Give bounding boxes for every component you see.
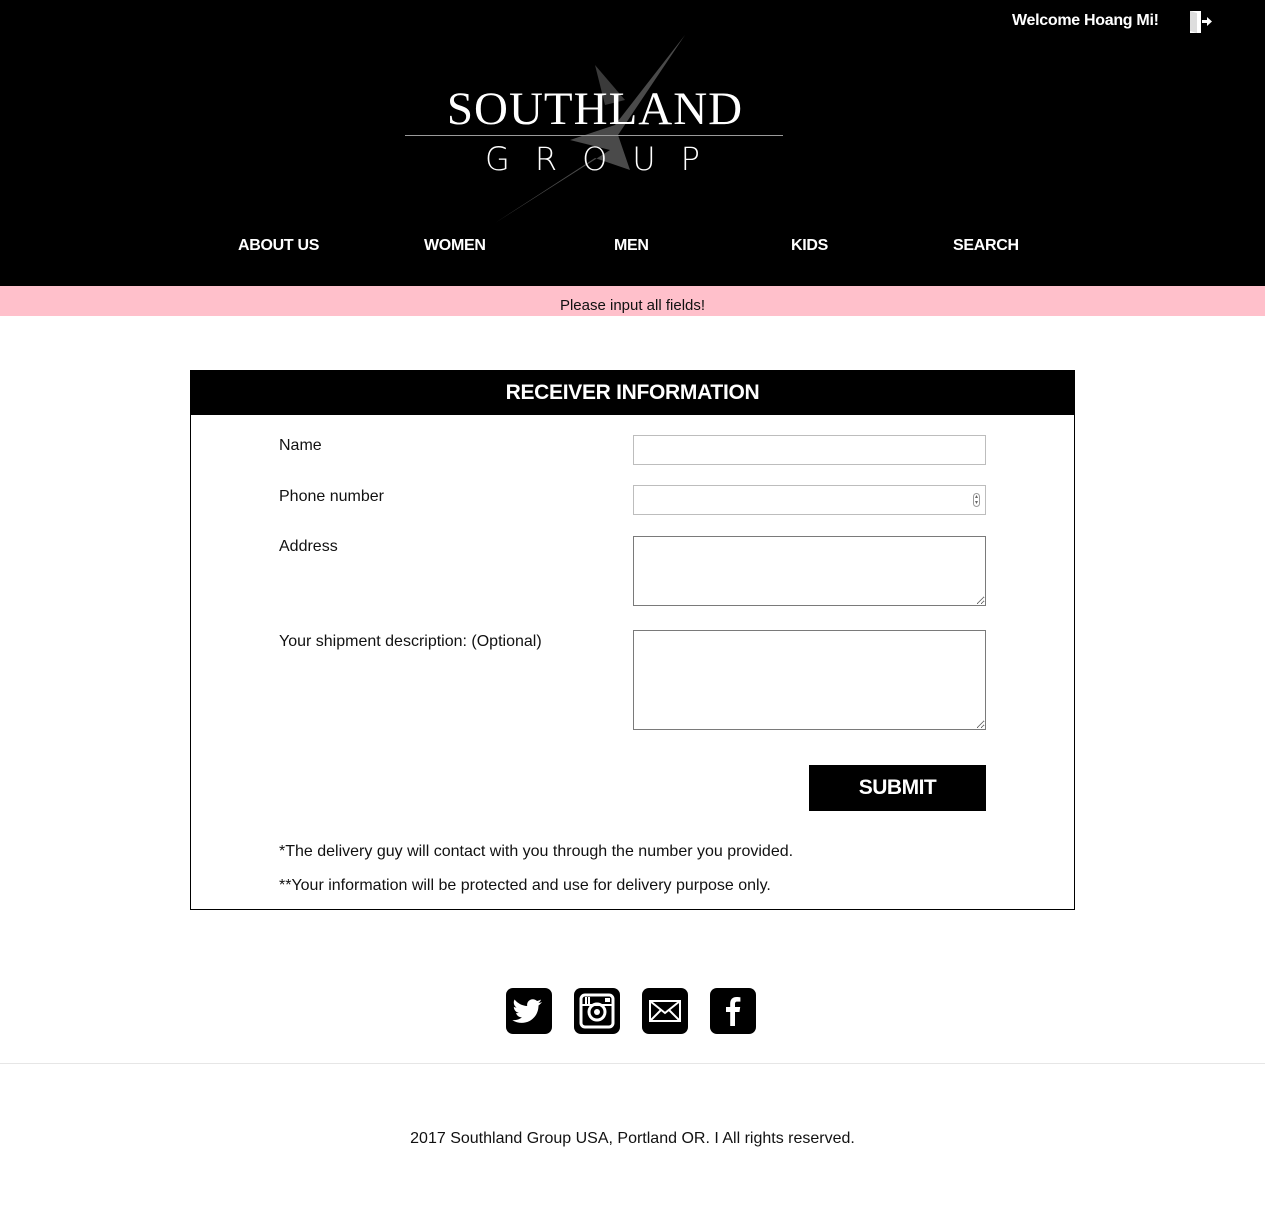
nav-men[interactable]: MEN	[614, 237, 649, 255]
number-stepper-icon[interactable]: ▴ ▾	[973, 493, 980, 507]
description-label: Your shipment description: (Optional)	[279, 633, 542, 650]
phone-label: Phone number	[279, 488, 384, 505]
logo-sub-text: GROUP	[485, 140, 725, 178]
nav-women[interactable]: WOMEN	[424, 237, 486, 255]
nav-kids[interactable]: KIDS	[791, 237, 828, 255]
logout-icon[interactable]	[1189, 11, 1213, 33]
description-textarea[interactable]	[633, 630, 986, 730]
twitter-icon[interactable]	[506, 988, 552, 1034]
copyright-text: 2017 Southland Group USA, Portland OR. I…	[410, 1130, 855, 1147]
validation-alert: Please input all fields!	[0, 286, 1265, 316]
address-label: Address	[279, 538, 338, 555]
logo-brand-text: SOUTHLAND	[446, 83, 744, 135]
footer-divider	[0, 1063, 1265, 1064]
instagram-icon[interactable]	[574, 988, 620, 1034]
southland-group-logo[interactable]: SOUTHLAND GROUP	[400, 30, 790, 230]
privacy-note: **Your information will be protected and…	[279, 877, 771, 894]
submit-button[interactable]: SUBMIT	[809, 765, 986, 811]
welcome-message: Welcome Hoang Mi!	[1012, 12, 1159, 29]
nav-search[interactable]: SEARCH	[953, 237, 1019, 255]
address-textarea[interactable]	[633, 536, 986, 606]
mail-icon[interactable]	[642, 988, 688, 1034]
name-label: Name	[279, 437, 322, 454]
form-title: RECEIVER INFORMATION	[191, 371, 1074, 415]
logo-divider	[405, 135, 783, 136]
receiver-form: RECEIVER INFORMATION Name Phone number ▴…	[190, 370, 1075, 910]
main-nav: ABOUT US WOMEN MEN KIDS SEARCH	[0, 237, 1265, 259]
phone-input[interactable]: ▴ ▾	[633, 485, 986, 515]
site-header: Welcome Hoang Mi! SOUTHLAND GROUP ABOUT …	[0, 0, 1265, 286]
nav-about-us[interactable]: ABOUT US	[238, 237, 319, 255]
facebook-icon[interactable]	[710, 988, 756, 1034]
delivery-note: *The delivery guy will contact with you …	[279, 843, 794, 860]
name-input[interactable]	[633, 435, 986, 465]
